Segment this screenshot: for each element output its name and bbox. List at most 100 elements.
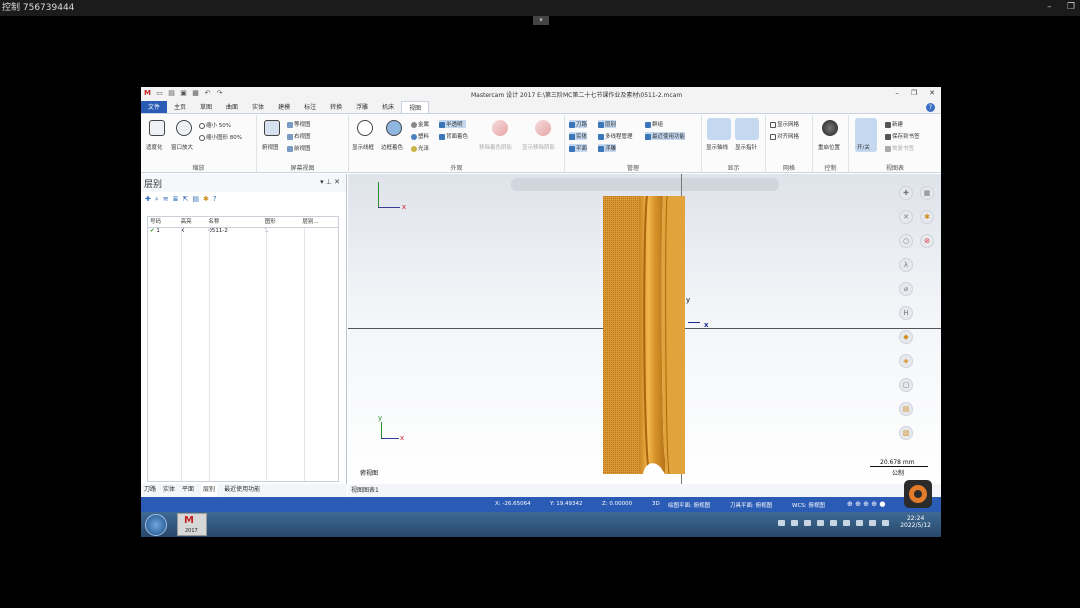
- tab-levels[interactable]: 层别: [201, 484, 218, 497]
- print-icon[interactable]: ▦: [191, 89, 200, 98]
- fit-button[interactable]: 适度化: [146, 143, 163, 151]
- status-mode[interactable]: 3D: [652, 501, 660, 507]
- tab-view[interactable]: 视图: [401, 101, 430, 113]
- relief-manager-toggle[interactable]: 浮雕: [598, 144, 617, 152]
- axes-icon[interactable]: [707, 118, 731, 140]
- paste-icon[interactable]: ▧: [899, 426, 913, 440]
- copy-icon[interactable]: ▤: [899, 402, 913, 416]
- tab-sketch[interactable]: 草图: [193, 101, 219, 113]
- tab-file[interactable]: 文件: [141, 101, 168, 113]
- tab-annotate[interactable]: 标注: [297, 101, 323, 113]
- tab-home[interactable]: 主页: [167, 101, 193, 113]
- zoom-window-button[interactable]: 窗口放大: [171, 143, 193, 151]
- analyze-icon[interactable]: ▦: [920, 186, 934, 200]
- view-cube-icons[interactable]: ⊕ ⊕ ⊕ ⊕ ●: [847, 500, 885, 508]
- toolpath-manager-toggle[interactable]: 刀路: [569, 120, 588, 128]
- metal-button[interactable]: 金属: [411, 120, 429, 128]
- cross-icon[interactable]: ✕: [899, 210, 913, 224]
- help-icon[interactable]: ?: [213, 195, 217, 203]
- minimize-button[interactable]: –: [895, 89, 899, 97]
- level-highlight-cell[interactable]: X: [181, 228, 209, 238]
- status-tool-plane[interactable]: 刀具平面: 俯视图: [730, 501, 772, 509]
- show-axes-button[interactable]: 显示轴线: [706, 143, 728, 151]
- tab-machine[interactable]: 机床: [375, 101, 401, 113]
- tray-icon[interactable]: [869, 520, 876, 526]
- remote-minimize-button[interactable]: –: [1047, 2, 1052, 12]
- tab-toolpaths[interactable]: 刀路: [144, 484, 156, 497]
- viewport-quick-toolbar[interactable]: [511, 178, 779, 191]
- gear-icon[interactable]: ✱: [920, 210, 934, 224]
- viewsheet-toggle-button[interactable]: 开/关: [857, 143, 870, 151]
- show-shade-icon[interactable]: [535, 120, 551, 136]
- column-entities[interactable]: 图形: [265, 217, 303, 227]
- right-view-button[interactable]: 右视图: [287, 132, 311, 140]
- chevron-down-icon[interactable]: ▾: [533, 16, 549, 25]
- restore-bookmark-button[interactable]: 恢复书签: [885, 144, 914, 152]
- maximize-button[interactable]: ❐: [911, 89, 917, 97]
- tags-icon[interactable]: ◈: [899, 354, 913, 368]
- close-button[interactable]: ✕: [929, 89, 935, 97]
- tray-icon[interactable]: [791, 520, 798, 526]
- front-view-button[interactable]: 前视图: [287, 144, 311, 152]
- cube-top-icon[interactable]: [264, 120, 280, 136]
- cancel-icon[interactable]: ⊘: [920, 234, 934, 248]
- fit-icon[interactable]: [149, 120, 165, 136]
- undo-icon[interactable]: ↶: [203, 89, 212, 98]
- backface-button[interactable]: 背面着色: [439, 132, 468, 140]
- h-icon[interactable]: H: [899, 306, 913, 320]
- new-viewsheet-button[interactable]: 新建: [885, 120, 903, 128]
- tray-icon[interactable]: [817, 520, 824, 526]
- graphics-viewport[interactable]: y x x y x 俯视图 20.678 mm 公制 ✚ ▦ ✕ ✱ ○ ⊘ λ…: [348, 174, 941, 484]
- save-icon[interactable]: ▣: [179, 89, 188, 98]
- recent-functions-toggle[interactable]: 最近使用功能: [645, 132, 686, 140]
- tray-icon[interactable]: [830, 520, 837, 526]
- column-highlight[interactable]: 高亮: [181, 217, 209, 227]
- edge-shade-sphere-icon[interactable]: [386, 120, 402, 136]
- home-sphere-icon[interactable]: [822, 120, 838, 136]
- solid-part[interactable]: [603, 196, 689, 474]
- remove-shade-button[interactable]: 移除着色阴影: [479, 143, 512, 151]
- groups-button[interactable]: 群组: [645, 120, 663, 128]
- list-icon[interactable]: ▤: [192, 195, 199, 203]
- level-name-cell[interactable]: 0511-2: [208, 228, 264, 238]
- remote-restore-button[interactable]: ❐: [1067, 2, 1075, 12]
- frame-icon[interactable]: ▢: [899, 378, 913, 392]
- solid-manager-toggle[interactable]: 实体: [569, 132, 588, 140]
- layers-icon[interactable]: ≣: [173, 195, 179, 203]
- circle-icon[interactable]: ○: [899, 234, 913, 248]
- open-file-icon[interactable]: ▤: [167, 89, 176, 98]
- panel-close-icon[interactable]: ▾ ⊥ ✕: [320, 178, 340, 186]
- multithread-button[interactable]: 多线程管理: [598, 132, 633, 140]
- shrink-80-button[interactable]: 缩小图形 80%: [199, 133, 242, 141]
- start-button[interactable]: [145, 514, 167, 536]
- gnomon-icon[interactable]: [735, 118, 759, 140]
- tab-solid[interactable]: 实体: [245, 101, 271, 113]
- gear-icon[interactable]: ✱: [203, 195, 209, 203]
- translucent-button[interactable]: 半透明: [439, 120, 466, 128]
- reset-position-button[interactable]: 重启位置: [818, 143, 840, 151]
- find-icon[interactable]: ⌕: [155, 195, 159, 204]
- shrink-50-button[interactable]: 缩小 50%: [199, 121, 231, 129]
- mastercam-taskbar-button[interactable]: M 2017: [177, 513, 207, 536]
- column-number[interactable]: 号码: [148, 217, 181, 227]
- help-icon[interactable]: ?: [926, 103, 935, 112]
- plastic-button[interactable]: 塑料: [411, 132, 429, 140]
- add-icon[interactable]: ✚: [899, 186, 913, 200]
- iso-view-button[interactable]: 等视图: [287, 120, 311, 128]
- lambda-icon[interactable]: λ: [899, 258, 913, 272]
- save-bookmark-button[interactable]: 保存到书签: [885, 132, 920, 140]
- top-view-button[interactable]: 俯视图: [262, 143, 279, 151]
- tab-relief[interactable]: 浮雕: [349, 101, 375, 113]
- tray-icon[interactable]: [882, 520, 889, 526]
- status-plane[interactable]: 绘图平面: 俯视图: [668, 501, 710, 509]
- tab-recent[interactable]: 最近使用功能: [224, 484, 260, 497]
- tray-icon[interactable]: [778, 520, 785, 526]
- levels-manager-toggle[interactable]: 层别: [598, 120, 617, 128]
- viewsheet-tab[interactable]: 视图图表1: [348, 484, 941, 497]
- show-shade-button[interactable]: 显示移除阴影: [522, 143, 555, 151]
- edge-shade-button[interactable]: 边框着色: [381, 143, 403, 151]
- show-grid-button[interactable]: 显示网格: [770, 120, 799, 128]
- tray-icon[interactable]: [804, 520, 811, 526]
- column-name[interactable]: 名称: [208, 217, 264, 227]
- tab-surface[interactable]: 曲面: [219, 101, 245, 113]
